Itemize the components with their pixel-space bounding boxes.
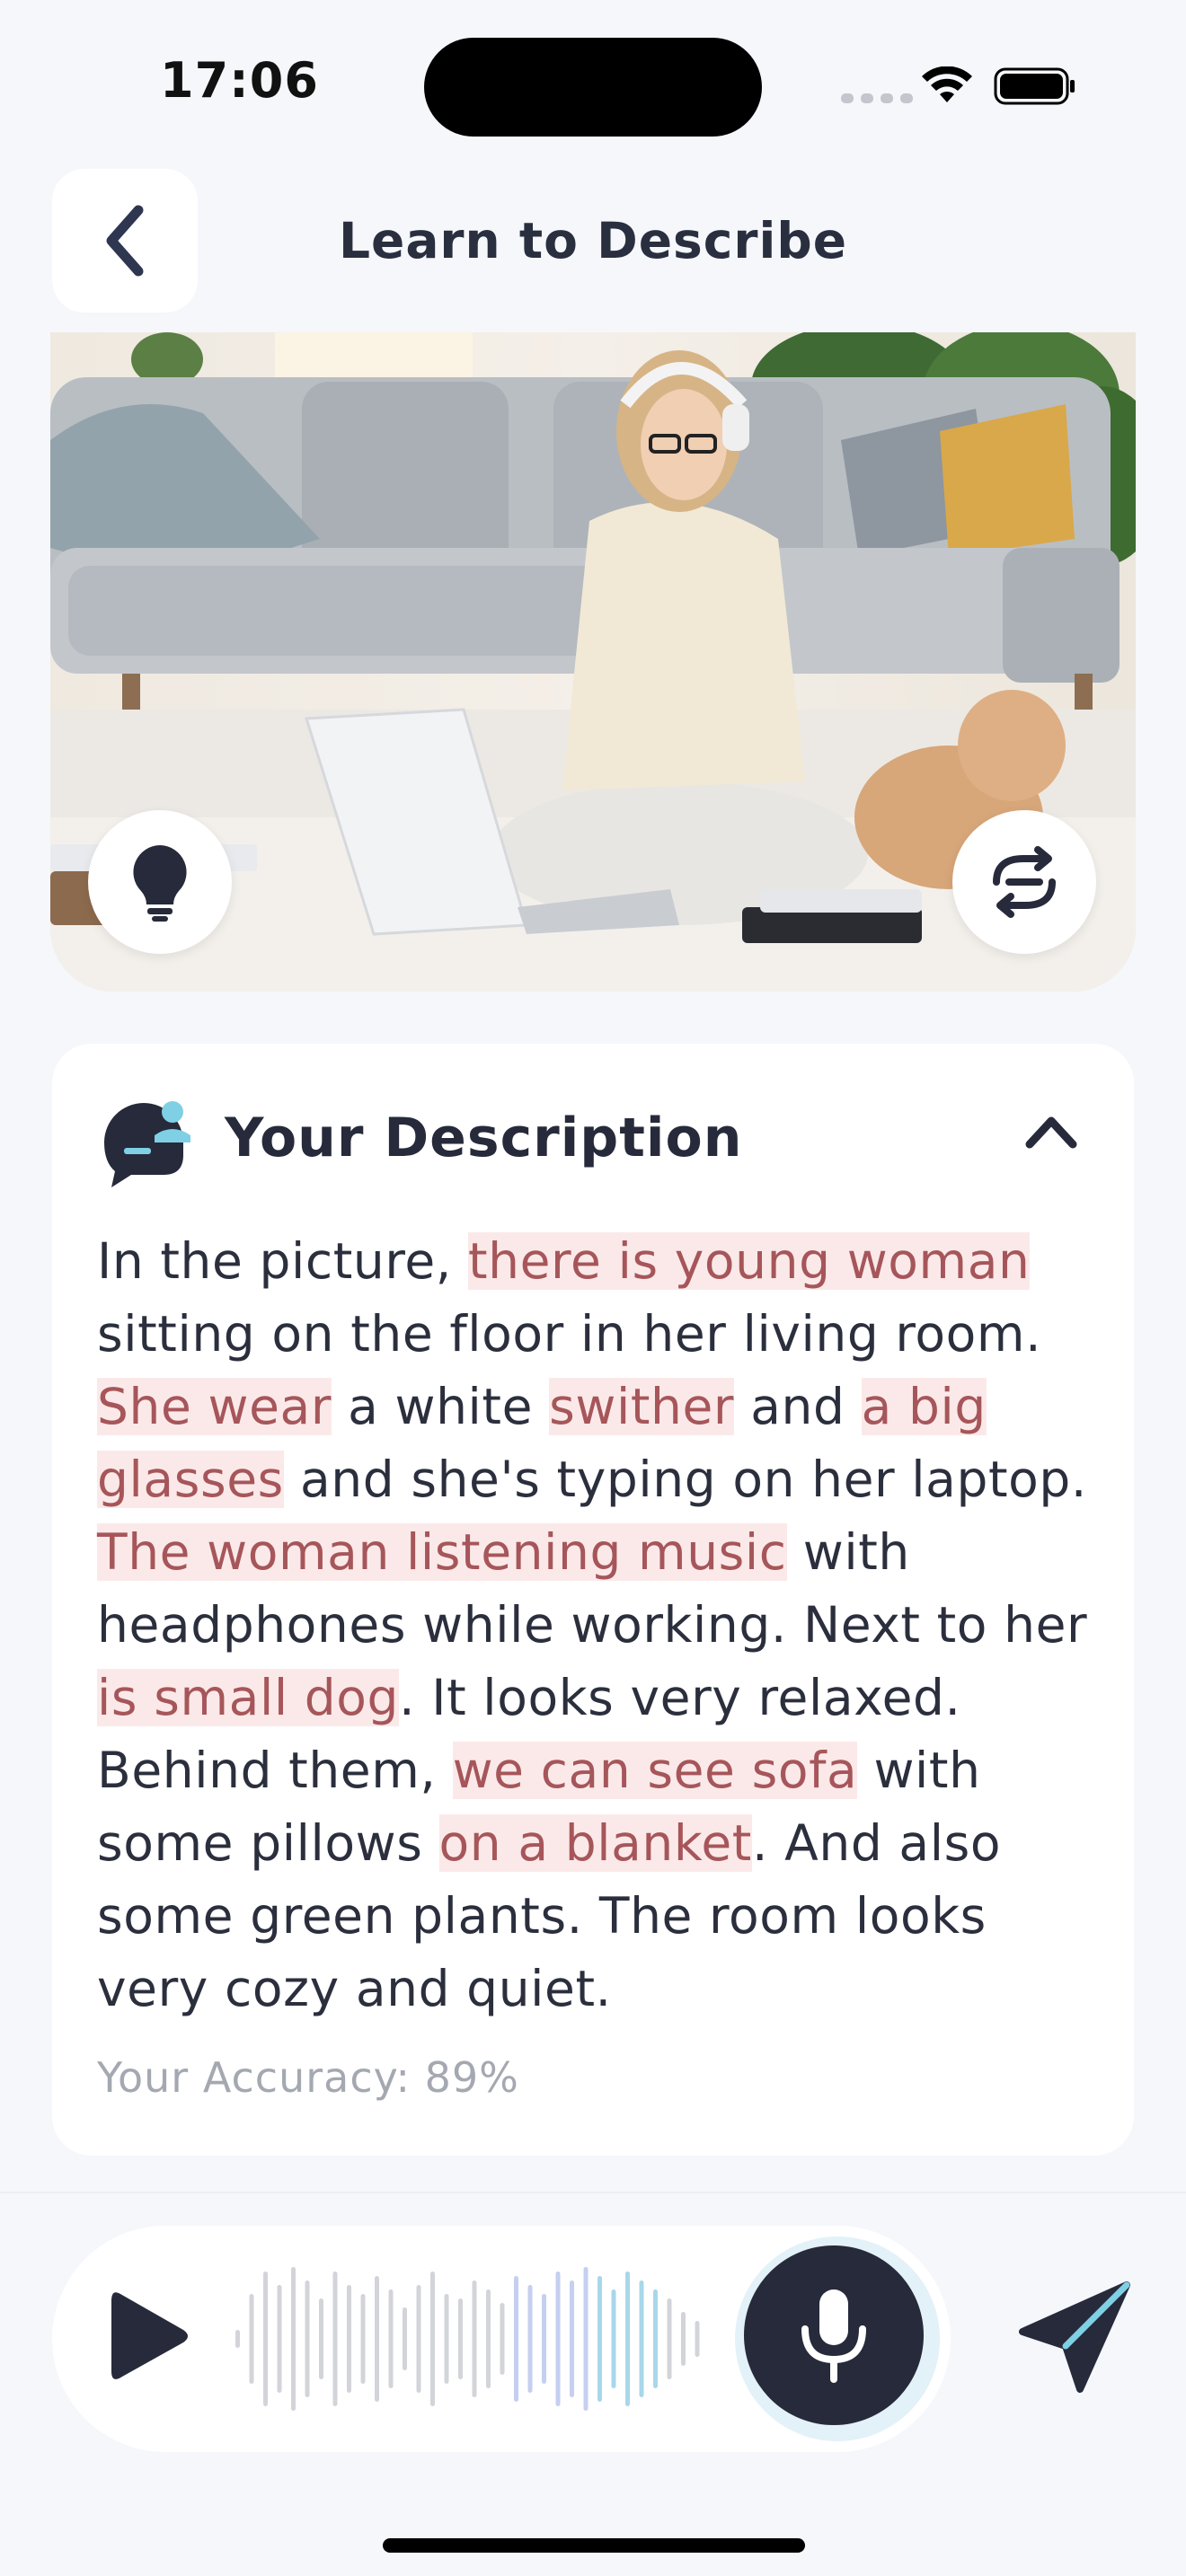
accuracy-label: Your Accuracy: 89% bbox=[97, 2053, 519, 2102]
status-time: 17:06 bbox=[160, 52, 319, 109]
error-highlight[interactable]: we can see sofa bbox=[452, 1742, 858, 1799]
lightbulb-icon bbox=[133, 845, 187, 922]
repeat-chat-icon bbox=[993, 846, 1056, 918]
error-highlight[interactable]: She wear bbox=[97, 1378, 332, 1435]
waveform-bar bbox=[305, 2280, 310, 2397]
waveform-bar bbox=[375, 2276, 379, 2402]
divider bbox=[0, 2192, 1186, 2193]
description-segment: a white bbox=[332, 1378, 550, 1435]
waveform-bar bbox=[527, 2285, 533, 2393]
page-title: Learn to Describe bbox=[338, 212, 848, 269]
waveform-bar bbox=[486, 2289, 491, 2388]
wifi-icon bbox=[922, 66, 972, 102]
description-segment: In the picture, bbox=[97, 1232, 468, 1290]
waveform-bar bbox=[653, 2289, 658, 2388]
error-highlight[interactable]: swither bbox=[549, 1378, 735, 1435]
waveform-bar bbox=[597, 2276, 602, 2402]
waveform-bar bbox=[403, 2307, 407, 2370]
waveform-bar bbox=[291, 2267, 296, 2411]
voice-recorder bbox=[52, 2226, 951, 2452]
waveform-bar bbox=[500, 2303, 505, 2375]
waveform-bar bbox=[319, 2298, 323, 2379]
play-icon[interactable] bbox=[104, 2287, 194, 2386]
description-segment: and she's typing on her laptop. bbox=[283, 1451, 1088, 1508]
waveform-bar bbox=[695, 2321, 700, 2357]
description-title: Your Description bbox=[225, 1107, 743, 1169]
microphone-icon bbox=[801, 2289, 866, 2383]
hint-button[interactable] bbox=[88, 810, 232, 954]
send-icon[interactable] bbox=[1015, 2280, 1132, 2396]
waveform-bar bbox=[681, 2312, 686, 2366]
waveform-bar bbox=[555, 2272, 561, 2406]
error-highlight[interactable]: is small dog bbox=[97, 1669, 400, 1726]
cellular-signal-icon bbox=[841, 93, 913, 103]
waveform-bar bbox=[542, 2294, 546, 2384]
waveform-bar bbox=[570, 2280, 574, 2397]
waveform-bar bbox=[416, 2285, 421, 2393]
description-card: Your Description In the picture, there i… bbox=[52, 1044, 1134, 2156]
speaking-head-icon bbox=[104, 1101, 190, 1187]
waveform-bar bbox=[277, 2285, 282, 2393]
battery-icon bbox=[994, 67, 1075, 105]
waveform-bar bbox=[472, 2280, 477, 2397]
waveform-bar bbox=[667, 2298, 672, 2379]
dynamic-island bbox=[424, 38, 762, 137]
waveform-bar bbox=[388, 2289, 394, 2388]
error-highlight[interactable]: on a blanket bbox=[438, 1814, 752, 1872]
waveform-bar bbox=[235, 2330, 240, 2348]
waveform-bar bbox=[611, 2289, 616, 2388]
waveform-bar bbox=[444, 2294, 449, 2384]
description-text: In the picture, there is young woman sit… bbox=[97, 1225, 1103, 2025]
waveform-bar bbox=[514, 2276, 518, 2402]
error-highlight[interactable]: The woman listening music bbox=[97, 1523, 787, 1581]
waveform-bar bbox=[625, 2272, 630, 2406]
error-highlight[interactable]: there is young woman bbox=[467, 1232, 1031, 1290]
waveform-bar bbox=[639, 2280, 644, 2397]
waveform-bar bbox=[458, 2298, 463, 2379]
waveform-bar bbox=[249, 2294, 254, 2384]
waveform-bar bbox=[430, 2272, 435, 2406]
description-segment: sitting on the floor in her living room. bbox=[97, 1305, 1042, 1363]
waveform-bar bbox=[360, 2294, 366, 2384]
record-button[interactable] bbox=[744, 2245, 924, 2425]
waveform-bar bbox=[347, 2285, 351, 2393]
waveform-bar bbox=[332, 2272, 338, 2406]
audio-waveform bbox=[235, 2267, 700, 2411]
chevron-up-icon[interactable] bbox=[1024, 1114, 1078, 1150]
waveform-bar bbox=[583, 2267, 589, 2411]
description-segment: and bbox=[734, 1378, 862, 1435]
rephrase-button[interactable] bbox=[952, 810, 1096, 954]
waveform-bar bbox=[263, 2272, 268, 2406]
home-indicator bbox=[383, 2538, 805, 2553]
